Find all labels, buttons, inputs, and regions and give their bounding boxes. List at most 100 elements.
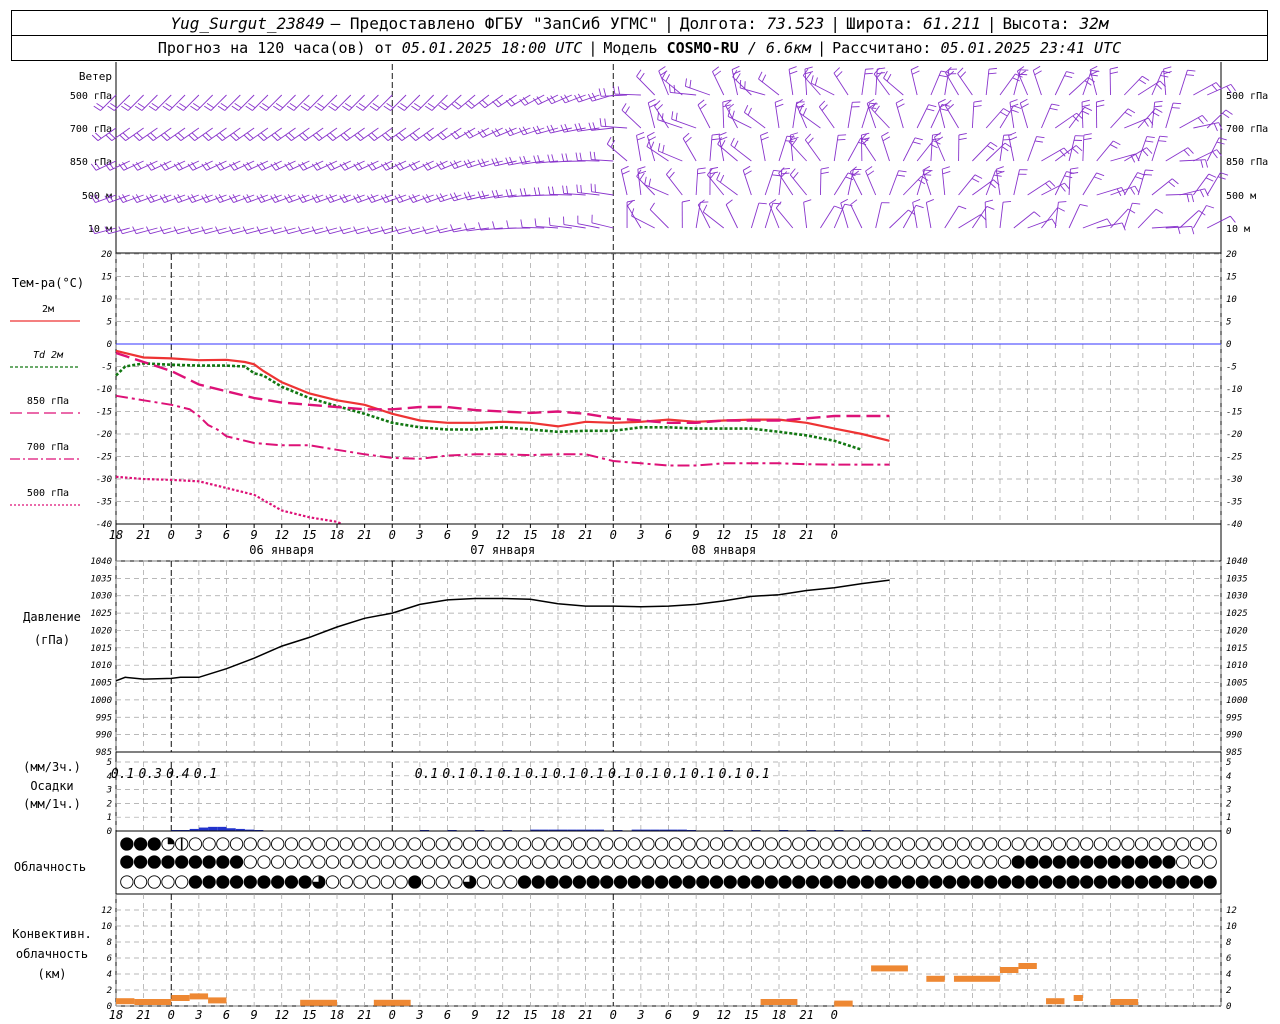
cloud-circle <box>901 875 916 889</box>
temp-axis-tick-right: -40 <box>1226 520 1242 530</box>
cloud-cover-symbol <box>846 875 861 889</box>
cloud-cover-symbol <box>243 855 257 869</box>
pressure-axis-tick: 995 <box>96 713 112 723</box>
precip-bar <box>217 826 227 831</box>
wind-barb-feather <box>675 112 678 121</box>
wind-barb-feather <box>1187 69 1196 72</box>
cloud-cover-symbol <box>696 837 710 851</box>
cloud-cover-symbol <box>367 837 381 851</box>
wind-barb-feather <box>467 191 472 200</box>
cloud-cover-symbol <box>778 875 792 889</box>
wind-barb-shaft <box>1013 69 1021 96</box>
wind-barb-feather <box>654 100 661 107</box>
wind-barb <box>326 127 352 141</box>
wind-barb-shaft <box>601 94 628 97</box>
wind-barb-feather <box>1087 77 1095 83</box>
cloud-cover-symbol <box>1107 837 1121 851</box>
wind-barb-feather <box>1010 109 1019 113</box>
cloud-cover-symbol <box>600 875 614 889</box>
wind-barb-feather <box>716 172 721 180</box>
wind-barb-feather <box>791 138 798 146</box>
cloud-cover-symbol <box>874 837 888 851</box>
cloud-cover-symbol <box>764 855 778 869</box>
wind-barb-shaft <box>1193 149 1217 162</box>
conv-cloud-bar <box>134 999 172 1005</box>
cloud-circle <box>613 837 628 851</box>
wind-barb-feather <box>328 105 336 111</box>
wind-barb-feather <box>1049 180 1056 187</box>
wind-barb-shaft <box>1124 117 1149 129</box>
precip-3h-label: 0.1 <box>194 767 217 782</box>
time-tick-label: 12 <box>496 528 510 542</box>
wind-barb-feather <box>761 136 769 141</box>
wind-barb-shaft <box>291 127 310 141</box>
conv-axis-tick: 8 <box>107 938 112 948</box>
cloud-circle <box>435 875 449 889</box>
wind-barb <box>775 201 794 229</box>
wind-barb-feather <box>720 140 726 148</box>
cloud-cover-symbol <box>353 875 367 889</box>
wind-barb <box>984 199 994 229</box>
wind-barb <box>1041 182 1070 196</box>
cloud-cover-symbol <box>257 875 271 889</box>
wind-barb <box>160 127 186 141</box>
wind-barb-feather <box>148 105 156 111</box>
wind-barb-shaft <box>999 202 1004 229</box>
wind-barb-feather <box>1003 201 1012 203</box>
wind-barb <box>202 127 227 141</box>
conv-axis-tick-right: 12 <box>1226 906 1237 916</box>
wind-barb-shaft <box>321 94 338 111</box>
wind-level-label: 850 гПа <box>70 157 112 168</box>
wind-barb-shaft <box>945 72 959 96</box>
wind-barb-feather <box>1142 149 1149 157</box>
wind-barb-shaft <box>847 102 853 129</box>
wind-barb-shaft <box>902 137 916 162</box>
cloud-circle <box>915 837 929 851</box>
cloud-cover-symbol <box>229 875 244 889</box>
wind-barb-feather <box>958 133 967 136</box>
wind-barb-feather <box>561 153 565 162</box>
wind-barb-shaft <box>155 94 172 111</box>
wind-barb-feather <box>637 166 646 170</box>
time-tick-label: 9 <box>693 528 700 542</box>
wind-barb <box>1068 77 1095 96</box>
pressure-axis-tick-right: 1020 <box>1226 626 1248 636</box>
wind-barb-shaft <box>819 168 822 196</box>
wind-barb <box>712 66 725 96</box>
wind-barb-shaft <box>362 94 379 111</box>
wind-barb-shaft <box>1192 205 1207 229</box>
wind-barb <box>204 94 227 111</box>
cloud-cover-symbol <box>517 837 532 851</box>
wind-barb-feather <box>204 105 212 111</box>
wind-barb-feather <box>775 103 784 108</box>
wind-barb-feather <box>1127 108 1136 114</box>
wind-barb-feather <box>1142 75 1150 81</box>
wind-barb-feather <box>1021 103 1029 108</box>
cloud-cover-symbol <box>1011 837 1025 851</box>
time-tick-label-bottom: 3 <box>636 1008 644 1022</box>
cloud-circle <box>325 837 340 851</box>
cloud-cover-symbol <box>188 855 203 869</box>
cloud-circle <box>792 837 806 851</box>
wind-barb-shaft <box>376 94 393 111</box>
wind-barb-feather <box>478 101 486 109</box>
cloud-cover-symbol <box>353 855 367 869</box>
wind-barb-shaft <box>833 172 849 196</box>
wind-barb-feather <box>1082 104 1091 108</box>
cloud-cover-symbol <box>942 875 957 889</box>
wind-barb-shaft <box>360 127 379 141</box>
wind-barb-shaft <box>685 85 711 96</box>
cloud-cover-symbol <box>1038 837 1053 851</box>
wind-barb-feather <box>303 102 311 109</box>
cloud-cover-symbol <box>984 837 998 851</box>
cloud-circle <box>1052 837 1066 851</box>
wind-barb-feather <box>697 172 706 175</box>
wind-barb <box>1124 117 1154 129</box>
pressure-axis-tick: 1020 <box>90 626 112 636</box>
cloud-cover-symbol <box>133 875 148 889</box>
cloud-cover-symbol <box>833 855 847 869</box>
cloud-circle <box>1176 855 1190 869</box>
wind-barb-feather <box>136 132 143 139</box>
precip-axis-tick: 3 <box>106 786 112 796</box>
wind-barb-feather <box>912 199 921 203</box>
